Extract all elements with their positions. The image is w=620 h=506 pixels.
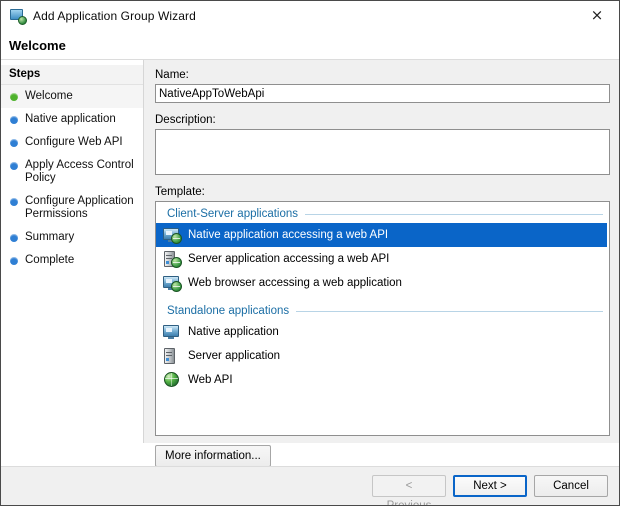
steps-title-row: Steps — [1, 65, 143, 85]
sidebar-item-summary[interactable]: Summary — [1, 226, 143, 249]
page-header: Welcome — [1, 31, 619, 60]
sidebar-item-apply-access-control-policy[interactable]: Apply Access Control Policy — [1, 154, 143, 190]
server-icon — [163, 347, 181, 365]
sidebar-item-label: Configure Web API — [25, 136, 123, 148]
monitor-globe-icon — [163, 226, 182, 244]
main-panel: Name: Description: Template: Client-Serv… — [144, 60, 619, 467]
monitor-icon — [163, 323, 181, 341]
description-label: Description: — [155, 114, 216, 126]
template-group-header-standalone: Standalone applications — [156, 304, 609, 319]
template-item-label: Server application accessing a web API — [188, 253, 390, 265]
server-globe-icon — [163, 250, 182, 268]
window-title: Add Application Group Wizard — [33, 9, 196, 23]
sidebar-item-complete[interactable]: Complete — [1, 249, 143, 272]
step-bullet-icon — [10, 162, 18, 170]
name-input[interactable] — [155, 84, 610, 103]
step-bullet-icon — [10, 234, 18, 242]
more-information-button[interactable]: More information... — [155, 445, 271, 467]
template-listbox[interactable]: Client-Server applications Native applic… — [155, 201, 610, 436]
template-item-server-application[interactable]: Server application — [156, 344, 609, 368]
template-label: Template: — [155, 186, 205, 198]
sidebar-item-configure-application-permissions[interactable]: Configure Application Permissions — [1, 190, 143, 226]
sidebar-item-label: Apply Access Control Policy — [25, 159, 134, 184]
step-bullet-icon — [10, 198, 18, 206]
group-divider — [296, 310, 603, 312]
sidebar-item-label: Native application — [25, 113, 116, 125]
name-label: Name: — [155, 69, 189, 81]
add-application-group-wizard-window: Add Application Group Wizard × Welcome S… — [0, 0, 620, 506]
step-bullet-icon — [10, 93, 18, 101]
sidebar-item-configure-web-api[interactable]: Configure Web API — [1, 131, 143, 154]
wizard-body: Steps Welcome Native application Configu… — [1, 60, 619, 467]
monitor-globe-icon — [163, 274, 182, 292]
title-bar: Add Application Group Wizard × — [1, 1, 619, 31]
group-divider — [305, 213, 603, 215]
template-item-web-browser-accessing-a-web-application[interactable]: Web browser accessing a web application — [156, 271, 609, 295]
sidebar-item-welcome[interactable]: Welcome — [1, 85, 143, 108]
previous-button[interactable]: < Previous — [372, 475, 446, 505]
step-bullet-icon — [10, 116, 18, 124]
next-button[interactable]: Next > — [453, 475, 527, 497]
page-title: Welcome — [9, 37, 66, 53]
template-group-title: Standalone applications — [167, 305, 290, 317]
template-item-native-application[interactable]: Native application — [156, 320, 609, 344]
steps-title: Steps — [9, 68, 41, 80]
close-icon[interactable]: × — [575, 1, 619, 30]
template-item-label: Native application — [188, 326, 279, 338]
cancel-button[interactable]: Cancel — [534, 475, 608, 497]
step-bullet-icon — [10, 257, 18, 265]
template-item-native-application-accessing-a-web-api[interactable]: Native application accessing a web API — [156, 223, 607, 247]
steps-sidebar: Steps Welcome Native application Configu… — [1, 60, 144, 443]
template-item-label: Web browser accessing a web application — [188, 277, 402, 289]
wizard-footer: < Previous Next > Cancel — [1, 466, 619, 505]
sidebar-item-label: Welcome — [25, 90, 73, 102]
sidebar-item-label: Configure Application Permissions — [25, 195, 134, 220]
template-item-label: Server application — [188, 350, 281, 362]
template-item-label: Native application accessing a web API — [188, 229, 389, 241]
sidebar-item-label: Complete — [25, 254, 75, 266]
sidebar-item-label: Summary — [25, 231, 75, 243]
app-group-icon — [10, 8, 27, 25]
description-input[interactable] — [155, 129, 610, 175]
template-item-label: Web API — [188, 374, 233, 386]
step-bullet-icon — [10, 139, 18, 147]
template-item-web-api[interactable]: Web API — [156, 368, 609, 392]
more-information-row: More information... — [155, 436, 610, 467]
template-group-header-client-server: Client-Server applications — [156, 207, 609, 222]
globe-icon — [163, 371, 181, 389]
sidebar-item-native-application[interactable]: Native application — [1, 108, 143, 131]
template-group-title: Client-Server applications — [167, 208, 299, 220]
template-item-server-application-accessing-a-web-api[interactable]: Server application accessing a web API — [156, 247, 609, 271]
